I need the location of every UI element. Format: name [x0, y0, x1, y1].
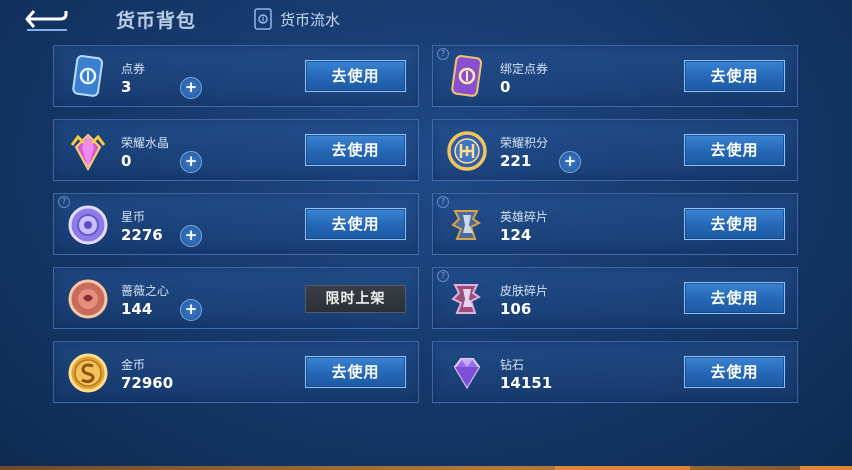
- currency-flow-label: 货币流水: [280, 10, 341, 29]
- currency-name: 钻石: [500, 358, 525, 372]
- currency-amount: 144: [121, 300, 153, 318]
- currency-card-star-coin: ? 星币 2276 + 去使用: [53, 193, 419, 255]
- use-coupon-button[interactable]: 去使用: [305, 60, 406, 92]
- currency-card-rose-heart: 蔷薇之心 144 + 限时上架: [53, 267, 419, 329]
- use-star-coin-button[interactable]: 去使用: [305, 208, 406, 240]
- currency-name: 荣耀水晶: [121, 136, 170, 150]
- currency-amount: 106: [500, 300, 532, 318]
- currency-amount: 0: [500, 78, 511, 96]
- coupon-icon: [72, 55, 104, 97]
- currency-card-honor-points: 荣耀积分 221 + 去使用: [432, 119, 798, 181]
- currency-card-diamond: 钻石 14151 去使用: [432, 341, 798, 403]
- currency-card-hero-shard: ? 英雄碎片 124 去使用: [432, 193, 798, 255]
- currency-amount: 221: [500, 152, 532, 170]
- currency-card-coupon: 点券 3 + 去使用: [53, 45, 419, 107]
- skin-shard-icon: [451, 284, 481, 314]
- currency-card-crystal: 荣耀水晶 0 + 去使用: [53, 119, 419, 181]
- currency-card-bound-coupon: ? 绑定点券 0 去使用: [432, 45, 798, 107]
- hero-shard-icon: [451, 210, 481, 240]
- currency-name: 星币: [121, 210, 146, 224]
- bottom-divider: [0, 466, 852, 470]
- gold-coin-icon: [68, 353, 108, 393]
- star-coin-icon: [68, 205, 108, 245]
- use-bound-coupon-button[interactable]: 去使用: [684, 60, 785, 92]
- currency-flow-button[interactable]: 货币流水: [254, 8, 340, 30]
- currency-name: 蔷薇之心: [121, 284, 170, 298]
- currency-amount: 14151: [500, 374, 553, 392]
- currency-amount: 72960: [121, 374, 174, 392]
- use-skin-shard-button[interactable]: 去使用: [684, 282, 785, 314]
- currency-amount: 124: [500, 226, 532, 244]
- bottom-accent: [800, 466, 852, 470]
- currency-amount: 2276: [121, 226, 163, 244]
- currency-name: 皮肤碎片: [500, 284, 549, 298]
- add-coupon-button[interactable]: +: [180, 77, 202, 99]
- crystal-icon: [70, 133, 106, 172]
- currency-name: 点券: [121, 62, 146, 76]
- use-hero-shard-button[interactable]: 去使用: [684, 208, 785, 240]
- currency-name: 绑定点券: [500, 62, 549, 76]
- page-title: 货币背包: [116, 10, 197, 32]
- diamond-icon: [453, 358, 481, 389]
- add-rose-heart-button[interactable]: +: [180, 299, 202, 321]
- back-arrow-icon[interactable]: [24, 6, 70, 32]
- use-gold-coin-button[interactable]: 去使用: [305, 356, 406, 388]
- top-bar: 货币背包 货币流水: [0, 0, 852, 40]
- honor-points-icon: [447, 131, 487, 171]
- currency-card-skin-shard: ? 皮肤碎片 106 去使用: [432, 267, 798, 329]
- currency-card-gold-coin: 金币 72960 去使用: [53, 341, 419, 403]
- use-honor-points-button[interactable]: 去使用: [684, 134, 785, 166]
- currency-amount: 3: [121, 78, 132, 96]
- rose-heart-icon: [68, 279, 108, 319]
- limited-time-button: 限时上架: [305, 285, 406, 313]
- add-crystal-button[interactable]: +: [180, 151, 202, 173]
- use-crystal-button[interactable]: 去使用: [305, 134, 406, 166]
- bound-coupon-icon: [451, 55, 483, 97]
- use-diamond-button[interactable]: 去使用: [684, 356, 785, 388]
- bottom-accent: [555, 466, 690, 470]
- currency-name: 荣耀积分: [500, 136, 549, 150]
- ledger-icon: [254, 8, 272, 30]
- add-honor-points-button[interactable]: +: [559, 151, 581, 173]
- add-star-coin-button[interactable]: +: [180, 225, 202, 247]
- currency-amount: 0: [121, 152, 132, 170]
- currency-name: 金币: [121, 358, 146, 372]
- currency-name: 英雄碎片: [500, 210, 549, 224]
